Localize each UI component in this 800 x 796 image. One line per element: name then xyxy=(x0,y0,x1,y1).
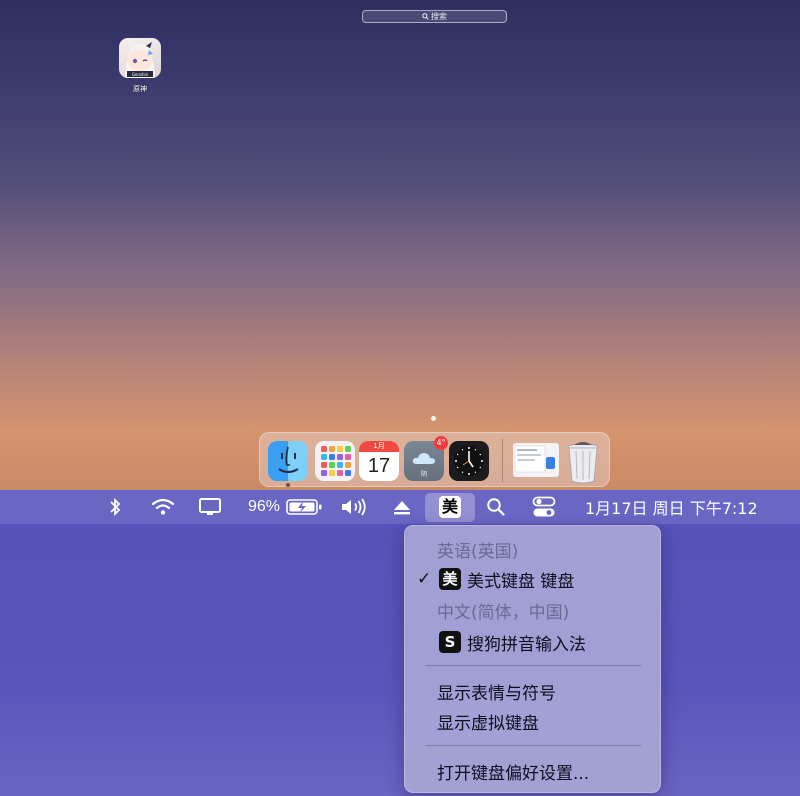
menu-separator xyxy=(425,665,641,666)
launchpad-search-field[interactable]: 搜索 xyxy=(362,10,507,23)
app-icon-genshin[interactable]: Genshin 原神 xyxy=(118,38,162,94)
dock-minimized-window[interactable] xyxy=(513,443,559,477)
menu-item-open-keyboard-preferences[interactable]: 打开键盘偏好设置... xyxy=(405,756,660,786)
dock-trash[interactable] xyxy=(564,441,602,484)
control-center-icon xyxy=(532,496,556,517)
header-english-text: 英语(英国) xyxy=(437,541,519,562)
dock-finder[interactable] xyxy=(268,441,308,481)
window-thumbnail-icon xyxy=(514,445,555,473)
cloud-icon xyxy=(412,453,435,464)
menubar-battery[interactable]: 96% xyxy=(248,490,324,524)
menu-item-show-virtual-keyboard[interactable]: 显示虚拟键盘 xyxy=(405,706,660,736)
search-icon xyxy=(487,498,505,516)
menubar-control-center[interactable] xyxy=(532,490,556,524)
menubar-spotlight[interactable] xyxy=(486,490,506,524)
checkmark-icon: ✓ xyxy=(417,569,432,589)
calendar-day: 17 xyxy=(367,455,391,477)
dock: 1月 17 阴 4° xyxy=(259,432,610,487)
dock-launchpad[interactable] xyxy=(315,441,355,481)
calendar-month: 1月 xyxy=(359,441,399,452)
dock-separator xyxy=(502,439,503,482)
menubar-datetime[interactable]: 1月17日 周日 下午7:12 xyxy=(585,490,758,524)
dock-calendar[interactable]: 1月 17 xyxy=(359,441,399,481)
page-indicator-dot[interactable] xyxy=(431,416,436,421)
genshin-tile-caption: Genshin xyxy=(131,72,149,77)
search-placeholder: 搜索 xyxy=(431,12,447,21)
menu-item-show-emoji[interactable]: 显示表情与符号 xyxy=(405,676,660,706)
genshin-app-tile: Genshin xyxy=(119,38,161,78)
menu-header-english: 英语(英国) xyxy=(405,534,660,564)
open-preferences-label: 打开键盘偏好设置... xyxy=(437,763,590,784)
app-icon-label: 原神 xyxy=(133,85,147,93)
dock-weather[interactable]: 阴 4° xyxy=(404,436,448,481)
eject-icon xyxy=(394,501,410,515)
sogou-label: 搜狗拼音输入法 xyxy=(467,634,586,655)
clock-face-icon xyxy=(454,446,484,476)
us-keyboard-label: 美式键盘 键盘 xyxy=(467,571,575,592)
menubar-input-source[interactable]: 美 xyxy=(425,493,475,522)
battery-charging-icon xyxy=(286,499,322,515)
header-chinese-text: 中文(简体，中国) xyxy=(437,602,570,623)
search-icon xyxy=(422,13,429,20)
datetime-text: 1月17日 周日 下午7:12 xyxy=(585,499,758,518)
weather-notification-badge: 4° xyxy=(434,436,448,450)
menubar-eject[interactable] xyxy=(392,490,412,524)
menu-bar: 96% 美 1月17日 周日 下午7:12 xyxy=(0,490,800,524)
menu-separator xyxy=(425,745,641,746)
menubar-wifi[interactable] xyxy=(151,490,175,524)
battery-percent: 96% xyxy=(248,498,281,515)
launchpad-desktop: 搜索 Genshin 原神 1月 17 阴 4° xyxy=(0,0,800,490)
us-keyboard-icon: 美 xyxy=(439,568,461,590)
desktop-background xyxy=(0,524,800,796)
wifi-icon xyxy=(151,498,175,515)
dock-running-indicator xyxy=(286,483,290,487)
sogou-icon: S xyxy=(439,631,461,653)
show-virtual-keyboard-label: 显示虚拟键盘 xyxy=(437,713,539,734)
menu-item-sogou-pinyin[interactable]: S 搜狗拼音输入法 xyxy=(405,627,660,657)
speaker-volume-icon xyxy=(342,498,366,516)
menu-header-chinese: 中文(简体，中国) xyxy=(405,595,660,625)
display-icon xyxy=(199,498,221,515)
menubar-display[interactable] xyxy=(198,490,222,524)
input-source-badge: 美 xyxy=(439,496,461,518)
bluetooth-icon xyxy=(110,497,121,517)
finder-face-icon xyxy=(278,446,299,473)
weather-condition: 阴 xyxy=(420,471,427,478)
menubar-volume[interactable] xyxy=(340,490,368,524)
menu-item-us-keyboard[interactable]: ✓ 美 美式键盘 键盘 xyxy=(405,564,660,594)
trash-can-icon xyxy=(567,442,599,484)
show-emoji-label: 显示表情与符号 xyxy=(437,683,556,704)
input-source-menu: 英语(英国) ✓ 美 美式键盘 键盘 中文(简体，中国) S 搜狗拼音输入法 显… xyxy=(404,525,661,793)
menubar-bluetooth[interactable] xyxy=(108,490,122,524)
dock-clock[interactable] xyxy=(449,441,489,481)
